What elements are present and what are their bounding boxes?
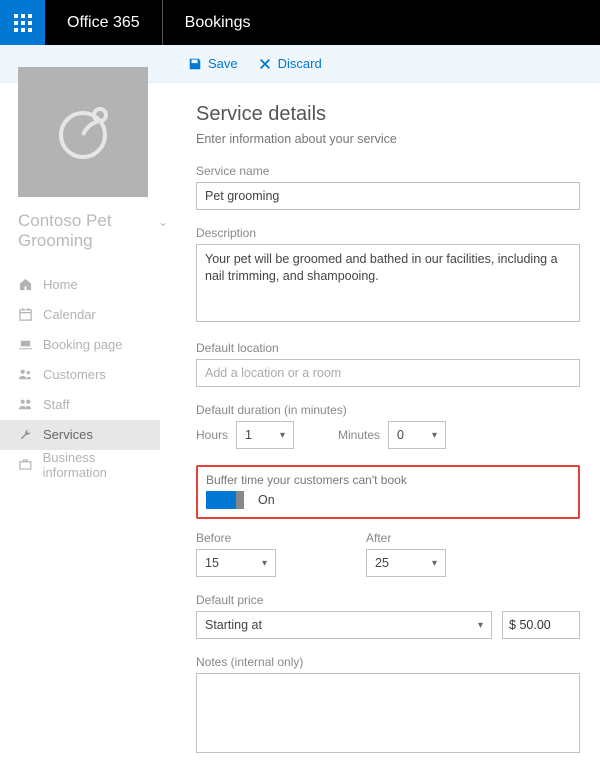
home-icon: [18, 277, 33, 292]
hours-value: 1: [245, 428, 252, 442]
page-subtitle: Enter information about your service: [196, 132, 580, 146]
buffer-toggle-state: On: [258, 493, 275, 507]
sidebar-item-label: Staff: [43, 397, 70, 412]
sidebar-item-label: Booking page: [43, 337, 123, 352]
service-name-input[interactable]: [196, 182, 580, 210]
sidebar-item-services[interactable]: Services: [0, 420, 160, 450]
caret-down-icon: ▾: [432, 558, 437, 569]
calendar-icon: [18, 307, 33, 322]
caret-down-icon: ▾: [262, 558, 267, 569]
hours-label: Hours: [196, 428, 228, 442]
sidebar: Contoso Pet Grooming ⌄ Home Calendar Boo…: [0, 83, 178, 766]
sidebar-item-calendar[interactable]: Calendar: [0, 300, 160, 330]
save-icon: [188, 57, 202, 71]
service-name-label: Service name: [196, 164, 580, 178]
price-type-value: Starting at: [205, 618, 262, 632]
default-price-label: Default price: [196, 593, 580, 607]
laptop-icon: [18, 337, 33, 352]
notes-textarea[interactable]: [196, 673, 580, 753]
app-launcher-button[interactable]: [0, 0, 45, 45]
wrench-icon: [18, 427, 33, 442]
page-title: Service details: [196, 103, 580, 126]
buffer-before-select[interactable]: 15 ▾: [196, 549, 276, 577]
buffer-after-value: 25: [375, 556, 389, 570]
staff-icon: [18, 397, 33, 412]
sidebar-item-label: Business information: [43, 450, 160, 480]
sidebar-item-label: Calendar: [43, 307, 96, 322]
buffer-before-value: 15: [205, 556, 219, 570]
sidebar-item-customers[interactable]: Customers: [0, 360, 160, 390]
people-icon: [18, 367, 33, 382]
chevron-down-icon: ⌄: [158, 215, 168, 229]
default-location-label: Default location: [196, 341, 580, 355]
caret-down-icon: ▾: [478, 620, 483, 631]
main-content: Service details Enter information about …: [178, 83, 600, 766]
default-location-input[interactable]: [196, 359, 580, 387]
buffer-toggle[interactable]: [206, 491, 250, 509]
price-amount: 50.00: [519, 618, 550, 632]
minutes-label: Minutes: [338, 428, 380, 442]
top-header: Office 365 Bookings: [0, 0, 600, 45]
save-button[interactable]: Save: [188, 56, 238, 71]
sidebar-item-booking-page[interactable]: Booking page: [0, 330, 160, 360]
save-label: Save: [208, 56, 238, 71]
logo-icon: [48, 97, 118, 167]
discard-label: Discard: [278, 56, 322, 71]
caret-down-icon: ▾: [280, 430, 285, 441]
buffer-before-label: Before: [196, 531, 306, 545]
description-label: Description: [196, 226, 580, 240]
buffer-after-label: After: [366, 531, 476, 545]
notes-label: Notes (internal only): [196, 655, 580, 669]
buffer-after-select[interactable]: 25 ▾: [366, 549, 446, 577]
minutes-value: 0: [397, 428, 404, 442]
sidebar-item-label: Services: [43, 427, 93, 442]
description-textarea[interactable]: [196, 244, 580, 322]
buffer-time-section: Buffer time your customers can't book On: [196, 465, 580, 519]
sidebar-item-staff[interactable]: Staff: [0, 390, 160, 420]
business-name-label: Contoso Pet Grooming: [18, 211, 158, 252]
discard-button[interactable]: Discard: [258, 56, 322, 71]
currency-symbol: $: [509, 618, 516, 632]
sidebar-item-business-info[interactable]: Business information: [0, 450, 160, 480]
sidebar-item-label: Customers: [43, 367, 106, 382]
price-type-select[interactable]: Starting at ▾: [196, 611, 492, 639]
caret-down-icon: ▾: [432, 430, 437, 441]
sidebar-item-home[interactable]: Home: [0, 270, 160, 300]
default-duration-label: Default duration (in minutes): [196, 403, 580, 417]
waffle-icon: [14, 14, 32, 32]
buffer-time-label: Buffer time your customers can't book: [206, 473, 570, 487]
minutes-select[interactable]: 0 ▾: [388, 421, 446, 449]
close-icon: [258, 57, 272, 71]
hours-select[interactable]: 1 ▾: [236, 421, 294, 449]
brand-label[interactable]: Office 365: [45, 0, 163, 45]
price-amount-input[interactable]: $ 50.00: [502, 611, 580, 639]
sidebar-item-label: Home: [43, 277, 78, 292]
business-logo: [18, 67, 148, 197]
briefcase-icon: [18, 457, 33, 472]
business-name-dropdown[interactable]: Contoso Pet Grooming ⌄: [18, 211, 168, 252]
app-name-label: Bookings: [163, 0, 273, 45]
